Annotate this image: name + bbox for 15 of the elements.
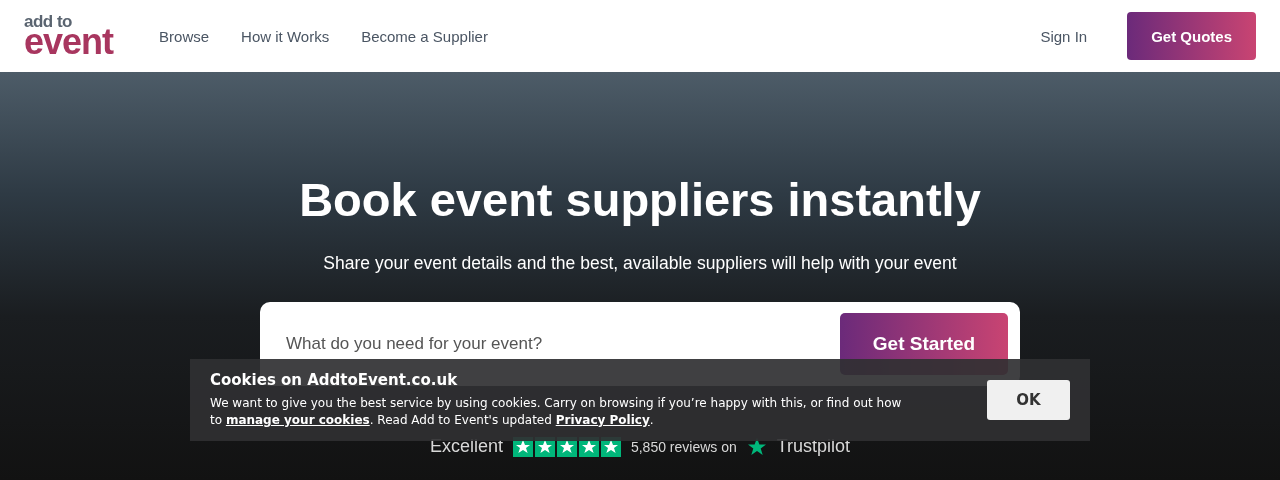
cookie-text: We want to give you the best service by using cookies. Carry on browsing if you’re happy with this, or find out how to manage your cookies. Read Add to Event's updated Privacy Policy. <box>210 395 903 429</box>
nav-link[interactable]: Become a Supplier <box>345 27 504 45</box>
review-count: 5,850 reviews on <box>630 438 737 455</box>
ok-button[interactable]: OK <box>987 380 1070 420</box>
hero-subtitle: Share your event details and the best, available suppliers will help with your event <box>323 253 957 274</box>
privacy-policy-link[interactable]: Privacy Policy <box>555 413 650 427</box>
manage-cookies-link[interactable]: manage your cookies <box>225 413 370 427</box>
nav-link[interactable]: How it Works <box>225 27 346 45</box>
logo-text[interactable]: add to <box>24 12 114 30</box>
rating-label: Excellent <box>429 436 503 457</box>
nav-link[interactable]: Browse <box>143 27 226 45</box>
get-quotes-button[interactable]: Get Quotes <box>1127 12 1256 60</box>
trustpilot-logo-text: Trustpilot <box>776 436 851 457</box>
sign-in-link[interactable]: Sign In <box>1024 27 1104 45</box>
hero-title: Book event suppliers instantly <box>299 172 981 227</box>
